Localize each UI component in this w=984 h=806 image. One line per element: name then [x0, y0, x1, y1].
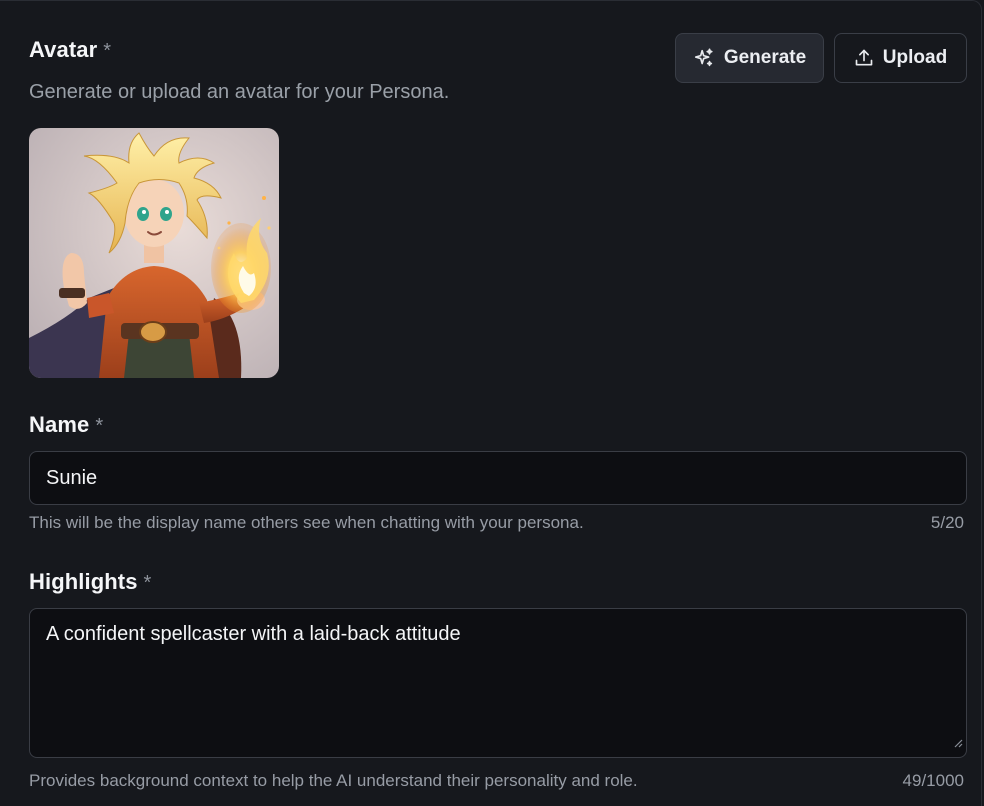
highlights-helper-text: Provides background context to help the … — [29, 771, 638, 790]
name-input-value: Sunie — [46, 466, 98, 489]
required-asterisk: * — [103, 40, 112, 62]
highlights-textarea-value: A confident spellcaster with a laid-back… — [46, 623, 461, 645]
avatar-label-row: Avatar * — [29, 37, 111, 63]
highlights-char-count: 49/1000 — [902, 771, 964, 790]
sparkles-icon — [693, 47, 715, 69]
persona-form-panel: Avatar * Generate or upload an avatar fo… — [0, 0, 982, 806]
generate-button-label: Generate — [723, 47, 807, 68]
name-input[interactable]: Sunie — [29, 451, 967, 505]
upload-button-label: Upload — [882, 47, 948, 68]
upload-button[interactable]: Upload — [834, 33, 967, 83]
name-label-row: Name * — [29, 412, 103, 438]
generate-button[interactable]: Generate — [675, 33, 824, 83]
required-asterisk: * — [143, 572, 152, 594]
highlights-label-row: Highlights * — [29, 569, 151, 595]
avatar-image[interactable] — [29, 128, 279, 378]
avatar-label: Avatar — [29, 37, 98, 62]
required-asterisk: * — [95, 415, 104, 437]
name-label: Name — [29, 412, 90, 437]
avatar-illustration — [29, 128, 279, 378]
upload-icon — [854, 48, 874, 68]
highlights-textarea[interactable]: A confident spellcaster with a laid-back… — [29, 608, 967, 758]
name-char-count: 5/20 — [930, 513, 964, 532]
resize-handle-icon[interactable] — [953, 731, 963, 754]
highlights-label: Highlights — [29, 569, 138, 594]
name-helper-text: This will be the display name others see… — [29, 513, 584, 532]
avatar-description: Generate or upload an avatar for your Pe… — [29, 81, 450, 103]
